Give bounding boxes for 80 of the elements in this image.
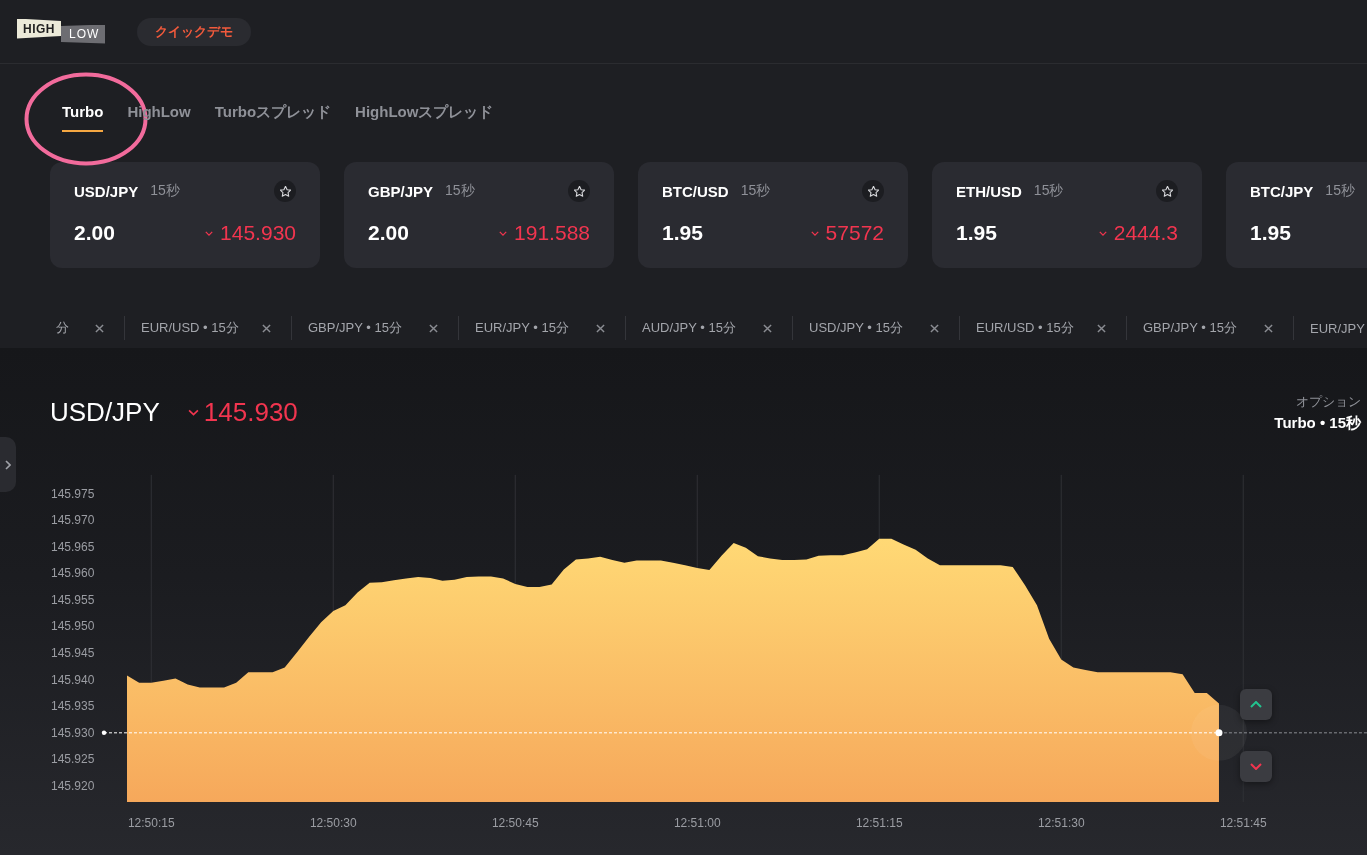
y-axis-label: 145.935: [51, 699, 95, 714]
y-axis-label: 145.955: [51, 592, 95, 607]
favorite-button[interactable]: [274, 180, 296, 202]
x-axis-label: 12:50:45: [491, 816, 539, 830]
y-axis-label: 145.960: [51, 566, 95, 581]
y-axis-label: 145.925: [51, 752, 95, 767]
y-axis-label: 145.920: [51, 779, 95, 793]
x-axis-label: 12:50:30: [309, 816, 357, 830]
y-axis-label: 145.950: [51, 619, 95, 634]
option-value: Turbo • 15秒: [1274, 414, 1361, 432]
chart-price: 145.930: [203, 396, 298, 428]
recent-asset-tab[interactable]: USD/JPY • 15分: [793, 316, 960, 340]
price-value: 57572: [825, 221, 884, 245]
y-axis-label: 145.930: [51, 725, 95, 740]
y-axis-label: 145.970: [51, 513, 95, 528]
recent-asset-tab[interactable]: AUD/JPY • 15分: [626, 316, 793, 340]
price-value: 2444.3: [1113, 221, 1178, 245]
tab[interactable]: Turbo: [62, 103, 104, 132]
pair-name: BTC/JPY: [1250, 182, 1314, 200]
down-button[interactable]: [1240, 751, 1272, 782]
close-icon[interactable]: [1264, 323, 1273, 333]
payout-value: 2.00: [368, 221, 409, 245]
duration-label: 15秒: [1325, 182, 1355, 200]
favorite-button[interactable]: [862, 180, 884, 202]
recent-asset-tab[interactable]: EUR/USD • 15分: [960, 316, 1127, 340]
chevron-up-icon: [1250, 701, 1262, 708]
favorite-button[interactable]: [568, 180, 590, 202]
chevron-down-icon: [1250, 763, 1262, 770]
y-axis-label: 145.975: [51, 486, 95, 501]
demo-badge: クイックデモ: [137, 17, 252, 46]
price-value: 191.588: [514, 221, 590, 245]
duration-label: 15秒: [1033, 182, 1064, 200]
close-icon[interactable]: [262, 323, 271, 333]
close-icon[interactable]: [596, 323, 605, 333]
close-icon[interactable]: [429, 323, 438, 333]
y-axis-label: 145.945: [51, 646, 95, 661]
close-icon[interactable]: [1097, 323, 1106, 333]
close-icon[interactable]: [95, 323, 104, 333]
duration-label: 15秒: [740, 182, 771, 200]
price-value: 145.930: [220, 221, 296, 245]
asset-card[interactable]: BTC/JPY 15秒 1.95: [1226, 162, 1367, 268]
duration-label: 15秒: [445, 182, 475, 200]
x-axis-label: 12:51:15: [855, 816, 903, 830]
chevron-right-icon: [5, 459, 11, 470]
x-axis-label: 12:50:15: [127, 816, 175, 830]
logo[interactable]: HIGH LOW: [17, 18, 106, 45]
recent-asset-tab[interactable]: EUR/JPY • 15分: [459, 316, 626, 340]
pulse-circle: [1190, 704, 1247, 761]
pair-name: USD/JPY: [74, 182, 139, 200]
close-icon[interactable]: [763, 323, 772, 333]
pair-name: ETH/USD: [956, 182, 1022, 200]
asset-card[interactable]: ETH/USD 15秒 1.95 2444.3: [932, 162, 1202, 268]
asset-card[interactable]: BTC/USD 15秒 1.95 57572: [638, 162, 908, 268]
sidebar-toggle[interactable]: [0, 437, 16, 492]
duration-label: 15秒: [150, 182, 180, 200]
payout-value: 1.95: [956, 221, 997, 245]
pair-name: GBP/JPY: [368, 182, 434, 200]
recent-asset-tab[interactable]: GBP/JPY • 15分: [292, 316, 459, 340]
close-icon[interactable]: [930, 323, 939, 333]
recent-asset-tab[interactable]: GBP/JPY • 15分: [1127, 316, 1294, 340]
x-axis-label: 12:51:30: [1037, 816, 1085, 830]
x-axis-label: 12:51:00: [673, 816, 721, 830]
y-axis-label: 145.940: [51, 672, 95, 687]
favorite-button[interactable]: [1156, 180, 1178, 202]
recent-asset-tab[interactable]: EUR/JPY: [1294, 316, 1367, 340]
payout-value: 2.00: [74, 221, 115, 245]
pair-name: BTC/USD: [662, 182, 729, 200]
asset-card[interactable]: GBP/JPY 15秒 2.00 191.588: [344, 162, 614, 268]
chart-pair-title: USD/JPY: [50, 396, 160, 428]
payout-value: 1.95: [1250, 221, 1291, 245]
x-axis-label: 12:51:45: [1219, 816, 1267, 830]
tab[interactable]: Turboスプレッド: [214, 103, 332, 132]
y-axis-label: 145.965: [51, 539, 95, 554]
payout-value: 1.95: [662, 221, 703, 245]
option-label: オプション: [1295, 394, 1361, 410]
asset-card[interactable]: USD/JPY 15秒 2.00 145.930: [50, 162, 320, 268]
tab[interactable]: HighLowスプレッド: [355, 103, 494, 132]
recent-asset-tab[interactable]: EUR/USD • 15分: [125, 316, 292, 340]
recent-asset-tab[interactable]: 分: [0, 316, 125, 340]
up-button[interactable]: [1240, 689, 1272, 720]
